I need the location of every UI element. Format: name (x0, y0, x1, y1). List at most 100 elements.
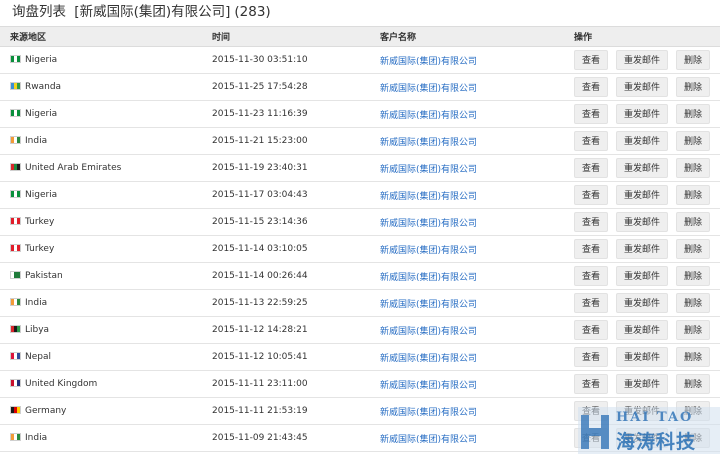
resend-email-button[interactable]: 重发邮件 (616, 266, 668, 286)
delete-button[interactable]: 删除 (676, 50, 710, 70)
delete-button[interactable]: 删除 (676, 77, 710, 97)
resend-email-button[interactable]: 重发邮件 (616, 50, 668, 70)
view-button[interactable]: 查看 (574, 293, 608, 313)
actions-cell: 查看重发邮件删除 (564, 343, 720, 371)
inquiry-table: 来源地区 时间 客户名称 操作 Nigeria 2015-11-30 03:51:… (0, 26, 720, 452)
country-flag-icon (10, 433, 21, 441)
customer-link[interactable]: 新威国际(集团)有限公司 (380, 354, 477, 364)
country-name: India (25, 136, 48, 146)
resend-email-button[interactable]: 重发邮件 (616, 131, 668, 151)
actions-cell: 查看重发邮件删除 (564, 73, 720, 101)
country-flag-icon (10, 406, 21, 414)
delete-button[interactable]: 删除 (676, 185, 710, 205)
customer-link[interactable]: 新威国际(集团)有限公司 (380, 219, 477, 229)
view-button[interactable]: 查看 (574, 239, 608, 259)
resend-email-button[interactable]: 重发邮件 (616, 104, 668, 124)
delete-button[interactable]: 删除 (676, 212, 710, 232)
view-button[interactable]: 查看 (574, 77, 608, 97)
time-cell: 2015-11-25 17:54:28 (202, 73, 370, 101)
resend-email-button[interactable]: 重发邮件 (616, 347, 668, 367)
customer-link[interactable]: 新威国际(集团)有限公司 (380, 111, 477, 121)
customer-link[interactable]: 新威国际(集团)有限公司 (380, 165, 477, 175)
resend-email-button[interactable]: 重发邮件 (616, 293, 668, 313)
country-flag-icon (10, 163, 21, 171)
country-name: India (25, 433, 48, 443)
customer-cell: 新威国际(集团)有限公司 (370, 100, 564, 128)
delete-button[interactable]: 删除 (676, 320, 710, 340)
customer-link[interactable]: 新威国际(集团)有限公司 (380, 435, 477, 445)
country-flag-icon (10, 217, 21, 225)
table-row: Turkey 2015-11-14 03:10:05 新威国际(集团)有限公司 查看重… (0, 235, 720, 263)
delete-button[interactable]: 删除 (676, 293, 710, 313)
view-button[interactable]: 查看 (574, 158, 608, 178)
watermark-english: HAI TAO (616, 410, 694, 425)
customer-cell: 新威国际(集团)有限公司 (370, 46, 564, 74)
customer-link[interactable]: 新威国际(集团)有限公司 (380, 57, 477, 67)
table-body: Nigeria 2015-11-30 03:51:10 新威国际(集团)有限公司 查看… (0, 46, 720, 452)
time-cell: 2015-11-13 22:59:25 (202, 289, 370, 317)
time-cell: 2015-11-11 21:53:19 (202, 397, 370, 425)
delete-button[interactable]: 删除 (676, 239, 710, 259)
table-row: Turkey 2015-11-15 23:14:36 新威国际(集团)有限公司 查看重… (0, 208, 720, 236)
resend-email-button[interactable]: 重发邮件 (616, 212, 668, 232)
table-row: Nigeria 2015-11-17 03:04:43 新威国际(集团)有限公司 查看… (0, 181, 720, 209)
time-cell: 2015-11-12 14:28:21 (202, 316, 370, 344)
delete-button[interactable]: 删除 (676, 266, 710, 286)
customer-cell: 新威国际(集团)有限公司 (370, 127, 564, 155)
resend-email-button[interactable]: 重发邮件 (616, 239, 668, 259)
customer-cell: 新威国际(集团)有限公司 (370, 424, 564, 452)
source-cell: Nepal (0, 343, 202, 371)
customer-link[interactable]: 新威国际(集团)有限公司 (380, 300, 477, 310)
view-button[interactable]: 查看 (574, 212, 608, 232)
actions-cell: 查看重发邮件删除 (564, 127, 720, 155)
delete-button[interactable]: 删除 (676, 104, 710, 124)
customer-link[interactable]: 新威国际(集团)有限公司 (380, 408, 477, 418)
resend-email-button[interactable]: 重发邮件 (616, 374, 668, 394)
time-cell: 2015-11-23 11:16:39 (202, 100, 370, 128)
time-cell: 2015-11-09 21:43:45 (202, 424, 370, 452)
country-name: Germany (25, 406, 67, 416)
resend-email-button[interactable]: 重发邮件 (616, 320, 668, 340)
table-row: Nigeria 2015-11-30 03:51:10 新威国际(集团)有限公司 查看… (0, 46, 720, 74)
customer-link[interactable]: 新威国际(集团)有限公司 (380, 246, 477, 256)
country-name: Turkey (25, 244, 55, 254)
customer-cell: 新威国际(集团)有限公司 (370, 343, 564, 371)
customer-link[interactable]: 新威国际(集团)有限公司 (380, 84, 477, 94)
customer-link[interactable]: 新威国际(集团)有限公司 (380, 381, 477, 391)
resend-email-button[interactable]: 重发邮件 (616, 185, 668, 205)
country-flag-icon (10, 136, 21, 144)
customer-link[interactable]: 新威国际(集团)有限公司 (380, 273, 477, 283)
inquiry-count: (283) (234, 4, 271, 20)
actions-cell: 查看重发邮件删除 (564, 208, 720, 236)
view-button[interactable]: 查看 (574, 185, 608, 205)
delete-button[interactable]: 删除 (676, 158, 710, 178)
delete-button[interactable]: 删除 (676, 131, 710, 151)
view-button[interactable]: 查看 (574, 347, 608, 367)
view-button[interactable]: 查看 (574, 320, 608, 340)
delete-button[interactable]: 删除 (676, 374, 710, 394)
table-row: Pakistan 2015-11-14 00:26:44 新威国际(集团)有限公司 查… (0, 262, 720, 290)
customer-link[interactable]: 新威国际(集团)有限公司 (380, 327, 477, 337)
column-header-source: 来源地区 (0, 26, 202, 47)
table-row: India 2015-11-21 15:23:00 新威国际(集团)有限公司 查看 重发… (0, 127, 720, 155)
resend-email-button[interactable]: 重发邮件 (616, 158, 668, 178)
view-button[interactable]: 查看 (574, 131, 608, 151)
time-cell: 2015-11-30 03:51:10 (202, 46, 370, 74)
resend-email-button[interactable]: 重发邮件 (616, 77, 668, 97)
actions-cell: 查看重发邮件删除 (564, 235, 720, 263)
country-name: Nigeria (25, 109, 58, 119)
source-cell: Nigeria (0, 46, 202, 74)
view-button[interactable]: 查看 (574, 374, 608, 394)
view-button[interactable]: 查看 (574, 50, 608, 70)
column-header-actions: 操作 (564, 26, 720, 47)
country-flag-icon (10, 352, 21, 360)
delete-button[interactable]: 删除 (676, 347, 710, 367)
customer-link[interactable]: 新威国际(集团)有限公司 (380, 138, 477, 148)
view-button[interactable]: 查看 (574, 266, 608, 286)
table-row: Libya 2015-11-12 14:28:21 新威国际(集团)有限公司 查看 重发… (0, 316, 720, 344)
view-button[interactable]: 查看 (574, 104, 608, 124)
customer-link[interactable]: 新威国际(集团)有限公司 (380, 192, 477, 202)
table-row: Nigeria 2015-11-23 11:16:39 新威国际(集团)有限公司 查看… (0, 100, 720, 128)
country-flag-icon (10, 190, 21, 198)
actions-cell: 查看重发邮件删除 (564, 181, 720, 209)
